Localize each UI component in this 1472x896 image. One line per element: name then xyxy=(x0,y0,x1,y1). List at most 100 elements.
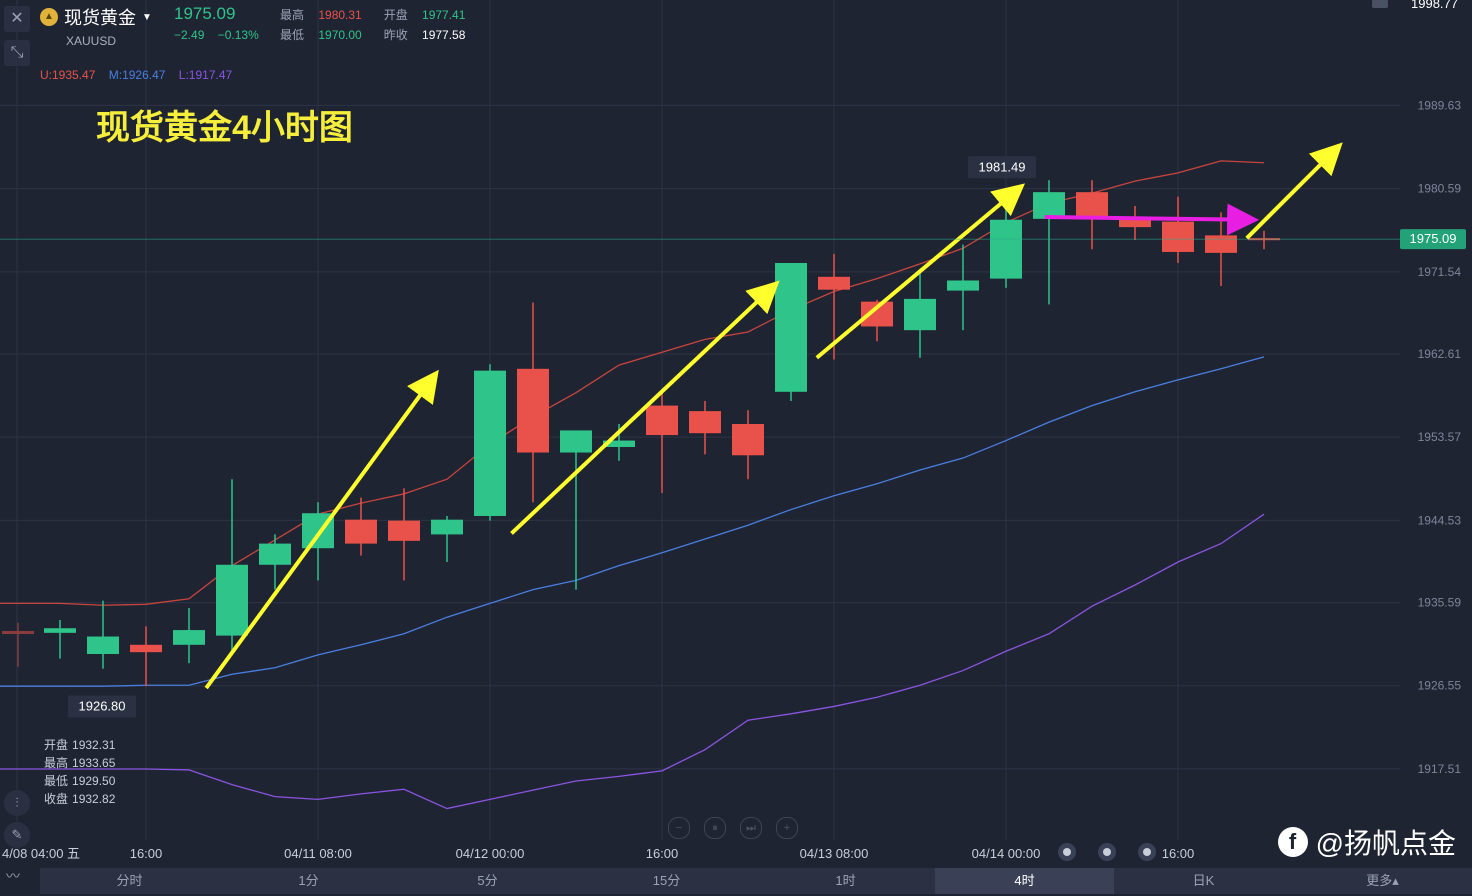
y-tick-label: 1962.61 xyxy=(1418,347,1462,361)
pencil-icon[interactable]: ✎ xyxy=(4,822,30,848)
candle-body xyxy=(388,520,420,541)
change-value: −2.49 xyxy=(174,28,205,42)
current-price-label: 1975.09 xyxy=(1410,231,1457,246)
watermark-text: @扬帆点金 xyxy=(1315,828,1456,859)
x-tick-label: 16:00 xyxy=(646,846,679,861)
x-tick-label: 04/11 08:00 xyxy=(284,846,352,861)
change-percent: −0.13% xyxy=(217,28,259,42)
candle-body xyxy=(818,276,850,290)
candle-body xyxy=(517,368,549,453)
candle-body xyxy=(1205,235,1237,253)
bell-icon[interactable] xyxy=(1372,0,1388,8)
min-price-label: 1926.80 xyxy=(79,698,126,713)
ohlc-stats: 最高 1980.31 开盘 1977.41 最低 1970.00 昨收 1977… xyxy=(280,5,484,45)
candle-body xyxy=(1162,221,1194,252)
price-change: −2.49 −0.13% xyxy=(174,28,259,42)
zoom-out-icon[interactable]: − xyxy=(668,817,690,839)
box-open-label: 开盘 xyxy=(44,738,69,752)
candle-body xyxy=(474,370,506,516)
candle-body xyxy=(44,628,76,633)
close-icon[interactable]: ✕ xyxy=(4,6,30,32)
candle-body xyxy=(345,519,377,544)
y-tick-label: 1971.54 xyxy=(1418,265,1462,279)
open-label: 开盘 xyxy=(383,8,408,22)
watermark: f @扬帆点金 xyxy=(1277,822,1456,862)
candle-body xyxy=(775,263,807,392)
candle-body xyxy=(173,630,205,645)
box-high-label: 最高 xyxy=(44,756,69,770)
tab-1[interactable]: 分时 xyxy=(40,868,219,894)
box-close-value: 1932.82 xyxy=(72,792,116,806)
line-chart-icon[interactable]: 〰 xyxy=(6,866,20,886)
last-price: 1975.09 xyxy=(174,4,236,23)
tab-6[interactable]: 4时 xyxy=(935,868,1114,894)
indicator-icon[interactable]: ⫶ xyxy=(4,790,30,816)
candle-body xyxy=(431,519,463,535)
candle-body xyxy=(646,405,678,436)
open-value: 1977.41 xyxy=(422,8,466,22)
tab-5[interactable]: 1时 xyxy=(756,868,935,894)
zoom-in-icon[interactable]: + xyxy=(776,817,798,839)
band-upper-value: U:1935.47 xyxy=(40,68,96,82)
tab-7[interactable]: 日K xyxy=(1114,868,1293,894)
top-right-value: 1998.77 xyxy=(1411,0,1458,11)
low-value: 1970.00 xyxy=(318,28,362,42)
candle-body xyxy=(560,430,592,453)
collapse-icon[interactable]: ⤡ xyxy=(4,40,30,66)
toggle-1[interactable] xyxy=(1058,843,1076,861)
tab-3[interactable]: 5分 xyxy=(398,868,577,894)
toggle-3[interactable] xyxy=(1138,843,1156,861)
candle-body xyxy=(259,543,291,565)
tab-8[interactable]: 更多▴ xyxy=(1293,868,1472,894)
timeframe-tabs: 分时 1分 5分 15分 1时 4时 日K 更多▴ xyxy=(40,868,1472,894)
y-tick-label: 1980.59 xyxy=(1418,182,1462,196)
gold-coin-icon: ▲ xyxy=(40,8,58,26)
symbol-code: XAUUSD xyxy=(66,34,117,48)
low-label: 最低 xyxy=(280,28,305,42)
tab-2[interactable]: 1分 xyxy=(219,868,398,894)
chart-nav-controls: − ⏸ ⏭ + xyxy=(668,817,812,839)
high-label: 最高 xyxy=(280,8,305,22)
toggle-2[interactable] xyxy=(1098,843,1116,861)
left-toolbar: ✕ ⤡ xyxy=(4,6,32,74)
x-tick-label: 16:00 xyxy=(130,846,163,861)
y-tick-label: 1944.53 xyxy=(1418,513,1462,527)
candle-body xyxy=(689,411,721,434)
candles xyxy=(2,180,1280,687)
tab-4[interactable]: 15分 xyxy=(577,868,756,894)
facebook-icon: f xyxy=(1277,827,1308,857)
y-tick-label: 1917.51 xyxy=(1418,762,1462,776)
y-tick-label: 1926.55 xyxy=(1418,679,1462,693)
chevron-down-icon[interactable]: ▼ xyxy=(142,12,152,23)
band-line xyxy=(0,160,1265,606)
y-tick-label: 1989.63 xyxy=(1418,98,1462,112)
left-indicator-icons: ⫶ ✎ xyxy=(4,790,30,854)
candle-body xyxy=(1033,192,1065,219)
candle-body xyxy=(130,644,162,653)
high-value: 1980.31 xyxy=(318,8,362,22)
candle-body xyxy=(2,631,34,634)
candle-body xyxy=(216,564,248,636)
symbol-name[interactable]: 现货黄金 xyxy=(64,4,136,30)
box-low-value: 1929.50 xyxy=(72,774,116,788)
trend-arrow xyxy=(815,183,1026,360)
candle-body xyxy=(947,280,979,291)
candle-body xyxy=(990,219,1022,279)
prev-close-value: 1977.58 xyxy=(422,28,466,42)
prev-close-label: 昨收 xyxy=(383,28,408,42)
symbol-header: ▲ 现货黄金 ▼ XAUUSD xyxy=(40,4,152,48)
x-tick-label: 04/12 00:00 xyxy=(456,846,525,861)
time-axis: 4/08 04:00 五 16:00 04/11 08:00 04/12 00:00 1… xyxy=(2,846,1194,861)
bottom-toggles xyxy=(1058,843,1178,861)
candle-body xyxy=(904,298,936,331)
pause-icon[interactable]: ⏸ xyxy=(704,817,726,839)
y-tick-label: 1935.59 xyxy=(1418,596,1462,610)
max-price-label: 1981.49 xyxy=(979,159,1026,174)
band-values: U:1935.47 M:1926.47 L:1917.47 xyxy=(40,68,242,82)
band-lower-value: L:1917.47 xyxy=(178,68,233,82)
candle-body xyxy=(1076,192,1108,217)
chart-title: 现货黄金4小时图 xyxy=(96,109,353,147)
bollinger-bands xyxy=(0,160,1265,810)
price-block: 1975.09 −2.49 −0.13% xyxy=(174,4,259,42)
skip-icon[interactable]: ⏭ xyxy=(740,817,762,839)
